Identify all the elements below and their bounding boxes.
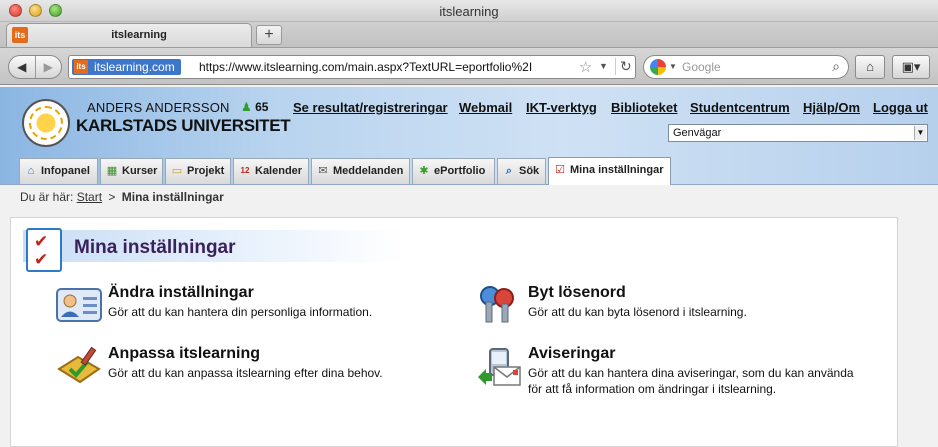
breadcrumb-prefix: Du är här: [20, 190, 74, 204]
tab-eportfolio[interactable]: ✱ ePortfolio [412, 158, 495, 184]
home-button[interactable]: ⌂ [855, 55, 885, 79]
engine-dropdown-icon[interactable]: ▼ [669, 62, 677, 71]
shortcuts-selected-value: Genvägar [673, 127, 722, 139]
back-forward-group: ◀ ▶ [8, 55, 62, 79]
link-logout[interactable]: Logga ut [873, 100, 928, 115]
option-title[interactable]: Ändra inställningar [108, 284, 254, 302]
tab-kalender-label: Kalender [255, 165, 303, 177]
site-identity-badge[interactable]: its itslearning.com [72, 59, 181, 75]
site-header: ANDERS ANDERSSON KARLSTADS UNIVERSITET ♟… [0, 87, 938, 185]
browser-tab[interactable]: its itslearning [6, 23, 252, 47]
browser-tabbar: its itslearning + [0, 22, 938, 48]
address-bar[interactable]: its itslearning.com https://www.itslearn… [68, 55, 636, 79]
search-icon: ⌕ [505, 165, 513, 177]
page-title: Mina inställningar [74, 237, 236, 258]
tab-mina-installningar-label: Mina inställningar [570, 164, 664, 176]
option-description: Gör att du kan anpassa itslearning efter… [108, 366, 383, 380]
checklist-icon: ☑ [555, 164, 565, 176]
link-ikt-verktyg[interactable]: IKT-verktyg [526, 100, 597, 115]
option-aviseringar[interactable]: Aviseringar Gör att du kan hantera dina … [476, 345, 886, 397]
courses-icon: ▦ [106, 165, 118, 177]
search-input[interactable]: Google [682, 60, 721, 74]
university-name: KARLSTADS UNIVERSITET [76, 116, 291, 135]
tab-kurser[interactable]: ▦ Kurser [100, 158, 163, 184]
tab-meddelanden-label: Meddelanden [333, 165, 404, 177]
option-andra-installningar[interactable]: Ändra inställningar Gör att du kan hante… [56, 284, 436, 328]
window-titlebar: itslearning [0, 0, 938, 22]
breadcrumb-start-link[interactable]: Start [77, 190, 102, 204]
bookmark-star-icon[interactable]: ☆ [579, 58, 592, 76]
link-webmail[interactable]: Webmail [459, 100, 512, 115]
option-description: Gör att du kan byta lösenord i itslearni… [528, 305, 747, 319]
search-bar[interactable]: ▼ Google ⌕ [643, 55, 849, 79]
forward-button[interactable]: ▶ [34, 56, 62, 78]
tab-kurser-label: Kurser [122, 165, 158, 177]
magnifier-icon[interactable]: ⌕ [832, 58, 840, 75]
link-biblioteket[interactable]: Biblioteket [611, 100, 677, 115]
itslearning-favicon-icon: its [12, 27, 28, 43]
tab-eportfolio-label: ePortfolio [434, 165, 486, 177]
envelope-icon: ✉ [318, 165, 328, 177]
user-name: ANDERS ANDERSSON [87, 100, 230, 115]
url-input[interactable]: https://www.itslearning.com/main.aspx?Te… [199, 60, 577, 74]
breadcrumb-current: Mina inställningar [121, 190, 224, 204]
tab-sok[interactable]: ⌕ Sök [497, 158, 546, 184]
breadcrumb: Du är här: Start > Mina inställningar [20, 190, 224, 204]
user-profile-card-icon [56, 288, 102, 322]
calendar-icon: 12 [240, 166, 250, 175]
person-icon: ♟ [241, 100, 252, 114]
keys-icon [480, 286, 514, 323]
browser-navbar: ◀ ▶ its itslearning.com https://www.itsl… [0, 48, 938, 85]
web-page: ANDERS ANDERSSON KARLSTADS UNIVERSITET ♟… [0, 87, 938, 447]
checklist-icon: ✔ ✔ [26, 228, 62, 272]
browser-tab-title: itslearning [111, 29, 167, 41]
google-engine-icon[interactable] [650, 59, 666, 75]
new-tab-button[interactable]: + [256, 25, 282, 45]
history-dropdown-icon[interactable]: ▼ [599, 61, 608, 71]
customize-checkbox-pencil-icon [57, 346, 101, 384]
online-count: 65 [255, 100, 269, 114]
option-title[interactable]: Aviseringar [528, 345, 615, 363]
back-button[interactable]: ◀ [9, 56, 35, 78]
option-title[interactable]: Byt lösenord [528, 284, 626, 302]
option-description: Gör att du kan hantera dina aviseringar,… [528, 366, 854, 396]
tab-projekt[interactable]: ▭ Projekt [165, 158, 231, 184]
tab-infopanel[interactable]: ⌂ Infopanel [19, 158, 98, 184]
itslearning-site-icon: its [74, 60, 88, 74]
project-clipboard-icon: ▭ [171, 165, 183, 177]
tab-kalender[interactable]: 12 Kalender [233, 158, 309, 184]
tab-mina-installningar[interactable]: ☑ Mina inställningar [548, 157, 671, 185]
option-byt-losenord[interactable]: Byt lösenord Gör att du kan byta lösenor… [476, 284, 876, 328]
shortcuts-select[interactable]: Genvägar ▼ [668, 124, 928, 142]
option-description: Gör att du kan hantera din personliga in… [108, 305, 373, 319]
site-identity-text: itslearning.com [94, 60, 175, 74]
link-results[interactable]: Se resultat/registreringar [293, 100, 448, 115]
main-content-panel: ✔ ✔ Mina inställningar Ändra inställning… [10, 217, 898, 447]
tab-infopanel-label: Infopanel [41, 165, 90, 177]
link-help[interactable]: Hjälp/Om [803, 100, 860, 115]
window-title: itslearning [439, 4, 499, 19]
breadcrumb-separator: > [108, 190, 116, 204]
notification-envelope-icon [478, 348, 521, 386]
reload-icon[interactable]: ↻ [615, 58, 632, 75]
link-studentcentrum[interactable]: Studentcentrum [690, 100, 790, 115]
tab-projekt-label: Projekt [187, 165, 225, 177]
university-sun-logo-icon[interactable] [22, 99, 70, 147]
tab-sok-label: Sök [519, 165, 540, 177]
option-anpassa-itslearning[interactable]: Anpassa itslearning Gör att du kan anpas… [56, 345, 436, 389]
tab-meddelanden[interactable]: ✉ Meddelanden [311, 158, 410, 184]
option-title[interactable]: Anpassa itslearning [108, 345, 260, 363]
eportfolio-person-icon: ✱ [419, 165, 429, 177]
online-users[interactable]: ♟ 65 [241, 100, 268, 114]
chevron-down-icon[interactable]: ▼ [914, 126, 926, 140]
extensions-button[interactable]: ▣▾ [892, 55, 930, 79]
home-icon: ⌂ [27, 165, 35, 177]
